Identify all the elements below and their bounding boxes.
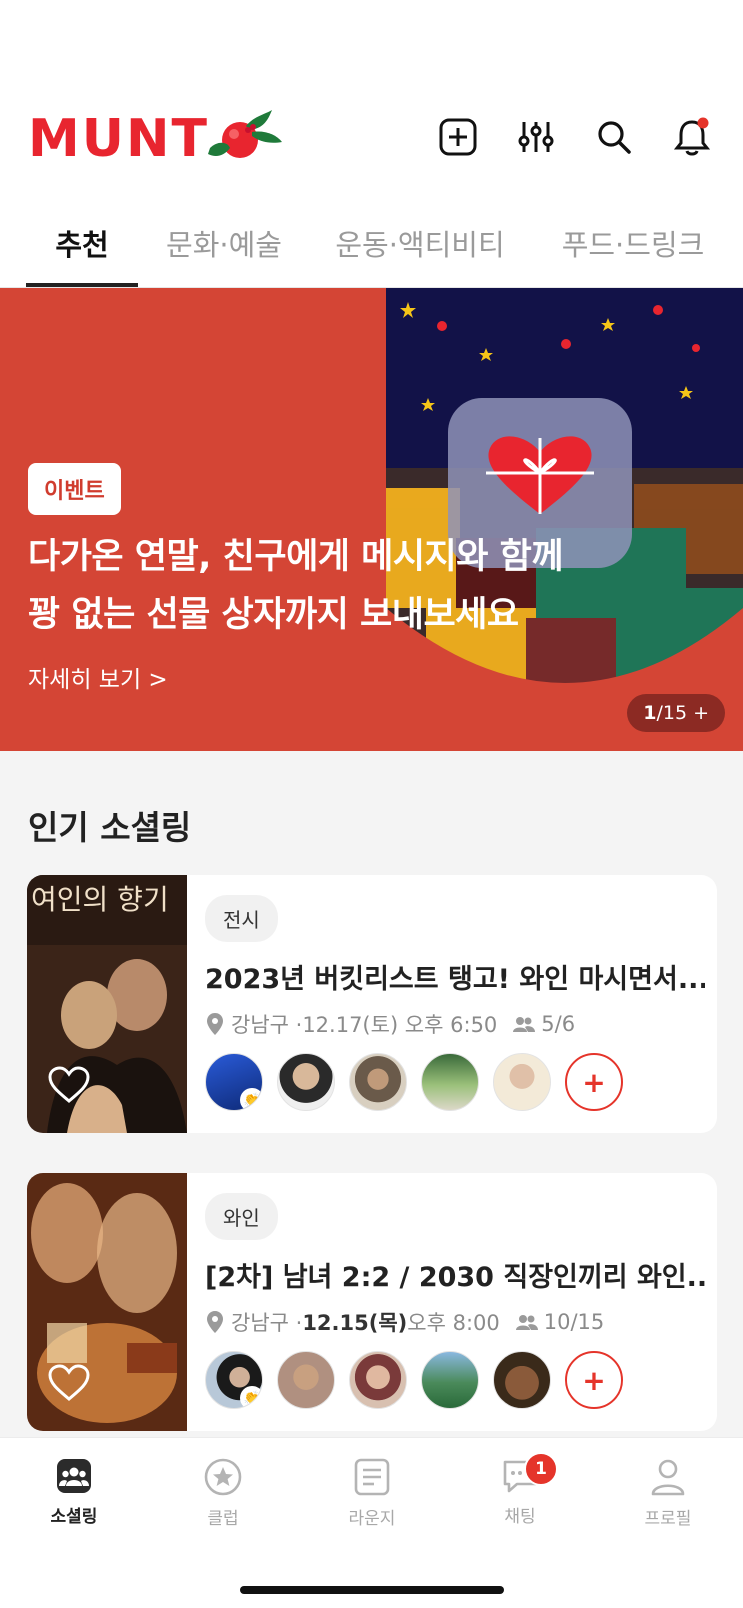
bell-icon[interactable]: [671, 116, 713, 158]
pager-current: 1: [643, 702, 657, 724]
pager-total: /15 +: [656, 702, 709, 724]
tab-food-drink[interactable]: 푸드·드링크: [548, 208, 718, 288]
tab-sports-activity[interactable]: 운동·액티비티: [330, 208, 510, 288]
card-location: 강남구 ·: [231, 1311, 303, 1335]
munto-logo[interactable]: MUNT: [28, 108, 282, 170]
socialing-card[interactable]: 여인의 향기 전시 2023년 버킷리스트 탱고! 와인 마시면서... 강남구…: [27, 875, 717, 1133]
host-clap-icon: 👏: [240, 1386, 262, 1408]
search-icon[interactable]: [593, 116, 635, 158]
card-body: 전시 2023년 버킷리스트 탱고! 와인 마시면서... 강남구 · 12.1…: [205, 875, 717, 1133]
nav-label: 채팅: [504, 1507, 536, 1527]
nav-label: 클럽: [207, 1509, 239, 1529]
tab-culture-art[interactable]: 문화·예술: [158, 208, 290, 288]
christmas-ornament-icon: [208, 110, 282, 158]
people-icon: [513, 1017, 536, 1032]
location-pin-icon: [207, 1013, 223, 1035]
active-tab-indicator: [26, 283, 138, 287]
nav-item-chat[interactable]: 1 채팅: [460, 1452, 580, 1527]
popular-socialing-section: 인기 소셜링 여인의 향기 전시 2023년 버킷리스트 탱고! 와인 마시면서…: [0, 751, 743, 1437]
location-pin-icon: [207, 1311, 223, 1333]
nav-label: 프로필: [644, 1509, 692, 1529]
nav-item-profile[interactable]: 프로필: [608, 1458, 728, 1529]
avatar[interactable]: [277, 1351, 335, 1409]
thumb-title-text: 여인의 향기: [31, 883, 169, 916]
avatar[interactable]: 👏: [205, 1053, 263, 1111]
card-time: 오후 8:00: [407, 1311, 500, 1335]
host-clap-icon: 👏: [240, 1088, 262, 1110]
banner-title-line2: 꽝 없는 선물 상자까지 보내보세요: [28, 595, 519, 635]
filter-sliders-icon[interactable]: [515, 116, 557, 158]
category-chip: 와인: [205, 1193, 278, 1240]
star-circle-icon: [204, 1458, 242, 1496]
avatar[interactable]: [277, 1053, 335, 1111]
nav-item-socialing[interactable]: 소셜링: [14, 1458, 134, 1527]
card-location: 강남구 ·: [231, 1013, 303, 1037]
people-icon: [515, 1315, 538, 1330]
card-datetime: 12.17(토) 오후 6:50: [302, 1013, 498, 1037]
avatar[interactable]: [349, 1351, 407, 1409]
category-tabs: 추천 문화·예술 운동·액티비티 푸드·드링크: [0, 208, 743, 288]
avatar[interactable]: [493, 1053, 551, 1111]
card-members: 10/15: [543, 1310, 605, 1334]
add-square-icon[interactable]: [437, 116, 479, 158]
join-button[interactable]: +: [565, 1351, 623, 1409]
card-meta: 강남구 · 12.15(목) 오후 8:00 10/15: [205, 1307, 604, 1337]
app-header: MUNT: [0, 0, 743, 200]
document-icon: [354, 1458, 390, 1496]
participant-avatars: 👏 +: [205, 1053, 623, 1111]
heart-icon[interactable]: [47, 1363, 91, 1403]
tab-recommended[interactable]: 추천: [26, 208, 138, 288]
banner-pager[interactable]: 1/15 +: [627, 694, 725, 732]
socialing-card[interactable]: 와인 [2차] 남녀 2:2 / 2030 직장인끼리 와인... 강남구 · …: [27, 1173, 717, 1431]
card-title: 2023년 버킷리스트 탱고! 와인 마시면서...: [205, 964, 705, 995]
banner-detail-link[interactable]: 자세히 보기 >: [28, 660, 168, 694]
nav-item-lounge[interactable]: 라운지: [312, 1458, 432, 1529]
banner-title: 다가온 연말, 친구에게 메시지와 함께 꽝 없는 선물 상자까지 보내보세요: [28, 528, 688, 644]
heart-icon[interactable]: [47, 1065, 91, 1105]
join-button[interactable]: +: [565, 1053, 623, 1111]
bottom-navigation: 소셜링 클럽 라운지 1 채팅 프로필: [0, 1437, 743, 1608]
card-body: 와인 [2차] 남녀 2:2 / 2030 직장인끼리 와인... 강남구 · …: [205, 1173, 717, 1431]
nav-label: 라운지: [348, 1509, 396, 1529]
card-meta: 강남구 · 12.17(토) 오후 6:50 5/6: [205, 1009, 575, 1039]
avatar[interactable]: [349, 1053, 407, 1111]
section-title: 인기 소셜링: [28, 808, 192, 847]
card-members: 5/6: [541, 1012, 576, 1036]
avatar[interactable]: [493, 1351, 551, 1409]
nav-label: 소셜링: [50, 1507, 98, 1527]
gift-illustration: [386, 288, 743, 751]
avatar[interactable]: 👏: [205, 1351, 263, 1409]
chat-unread-badge: 1: [524, 1452, 558, 1486]
people-icon: [57, 1459, 91, 1493]
home-indicator: [240, 1586, 504, 1594]
event-badge: 이벤트: [28, 463, 121, 515]
card-date: 12.15(목): [302, 1311, 408, 1335]
header-actions: [437, 116, 713, 158]
logo-text: MUNT: [28, 109, 209, 169]
participant-avatars: 👏 +: [205, 1351, 623, 1409]
banner-title-line1: 다가온 연말, 친구에게 메시지와 함께: [28, 537, 564, 577]
nav-item-club[interactable]: 클럽: [163, 1458, 283, 1529]
person-icon: [651, 1459, 685, 1496]
avatar[interactable]: [421, 1053, 479, 1111]
card-title: [2차] 남녀 2:2 / 2030 직장인끼리 와인...: [205, 1262, 705, 1293]
event-banner[interactable]: 이벤트 다가온 연말, 친구에게 메시지와 함께 꽝 없는 선물 상자까지 보내…: [0, 288, 743, 751]
avatar[interactable]: [421, 1351, 479, 1409]
category-chip: 전시: [205, 895, 278, 942]
